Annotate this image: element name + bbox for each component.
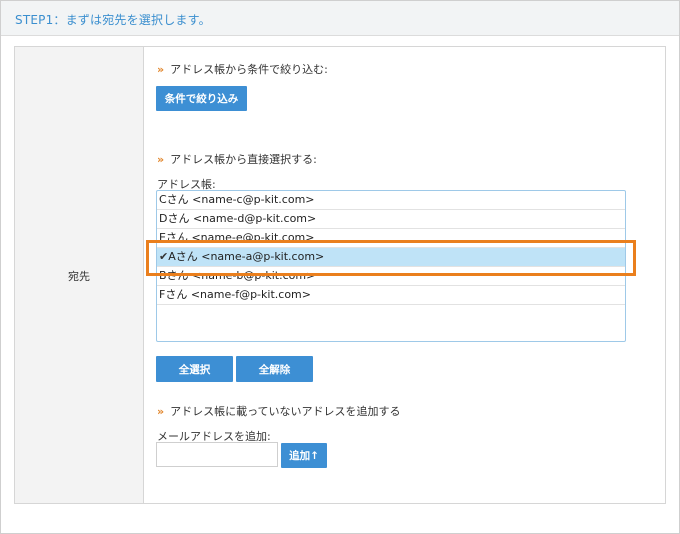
add-address-heading-text: アドレス帳に載っていないアドレスを追加する — [170, 405, 401, 418]
list-item-text: Aさん <name-a@p-kit.com> — [168, 250, 325, 263]
list-item[interactable]: Cさん <name-c@p-kit.com> — [157, 191, 625, 210]
select-all-button[interactable]: 全選択 — [156, 356, 233, 382]
add-email-button[interactable]: 追加↑ — [281, 443, 327, 468]
list-item-selected[interactable]: ✔Aさん <name-a@p-kit.com> — [157, 248, 625, 267]
list-item-text: Cさん <name-c@p-kit.com> — [159, 193, 315, 206]
chevron-right-icon: » — [157, 63, 165, 76]
deselect-all-button[interactable]: 全解除 — [236, 356, 313, 382]
filter-section-heading-text: アドレス帳から条件で絞り込む: — [170, 63, 328, 76]
list-item[interactable]: Fさん <name-f@p-kit.com> — [157, 286, 625, 305]
label-column: 宛先 — [15, 47, 144, 503]
add-address-heading: » アドレス帳に載っていないアドレスを追加する — [157, 403, 401, 419]
email-add-input[interactable] — [156, 442, 278, 467]
step-header: STEP1：まずは宛先を選択します。 — [1, 1, 679, 36]
checkmark-icon: ✔ — [159, 250, 169, 263]
filter-by-condition-button[interactable]: 条件で絞り込み — [156, 86, 247, 111]
list-item[interactable]: Eさん <name-e@p-kit.com> — [157, 229, 625, 248]
direct-select-heading-text: アドレス帳から直接選択する: — [170, 153, 317, 166]
list-item-text: Fさん <name-f@p-kit.com> — [159, 288, 311, 301]
direct-select-heading: » アドレス帳から直接選択する: — [157, 151, 317, 167]
filter-section-heading: » アドレス帳から条件で絞り込む: — [157, 61, 328, 77]
recipient-label: 宛先 — [68, 270, 90, 283]
chevron-right-icon: » — [157, 153, 165, 166]
address-book-listbox[interactable]: Cさん <name-c@p-kit.com> Dさん <name-d@p-kit… — [156, 190, 626, 342]
list-item-text: Eさん <name-e@p-kit.com> — [159, 231, 315, 244]
list-item-text: Bさん <name-b@p-kit.com> — [159, 269, 316, 282]
chevron-right-icon: » — [157, 405, 165, 418]
list-item[interactable]: Dさん <name-d@p-kit.com> — [157, 210, 625, 229]
step-title: STEP1：まずは宛先を選択します。 — [15, 13, 211, 27]
list-item-text: Dさん <name-d@p-kit.com> — [159, 212, 317, 225]
list-item[interactable]: Bさん <name-b@p-kit.com> — [157, 267, 625, 286]
